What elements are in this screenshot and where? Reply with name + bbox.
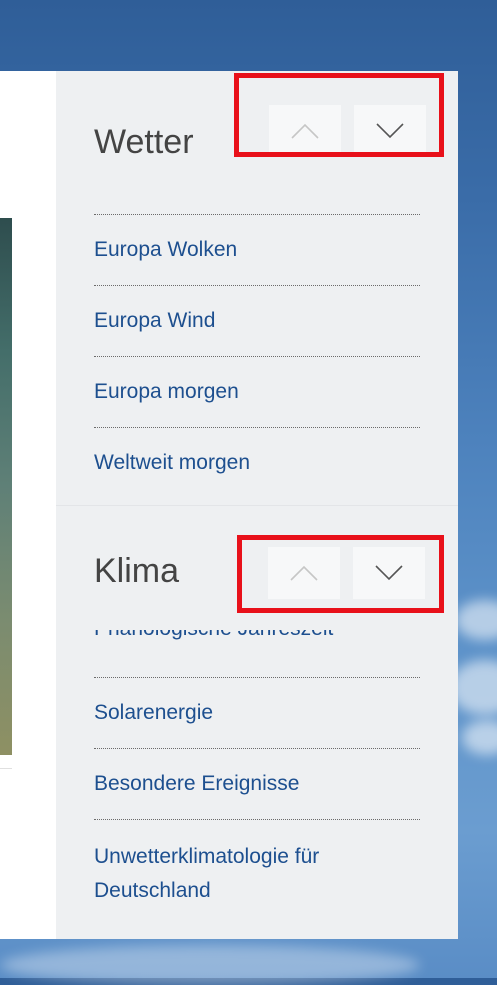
klima-link-solarenergie[interactable]: Solarenergie [94, 677, 420, 748]
klima-link-list: Solarenergie Besondere Ereignisse Unwett… [94, 677, 420, 927]
wetter-section-title: Wetter [94, 123, 194, 161]
sky-cloud [455, 600, 497, 640]
klima-link-partial[interactable]: Phänologische Jahreszeit [94, 630, 434, 652]
sky-cloud [462, 720, 497, 755]
klima-section-title: Klima [94, 552, 180, 590]
wetter-link-europa-morgen[interactable]: Europa morgen [94, 356, 420, 427]
wetter-link-europa-wind[interactable]: Europa Wind [94, 285, 420, 356]
klima-link-besondere-ereignisse[interactable]: Besondere Ereignisse [94, 748, 420, 819]
klima-section: Klima Phänologische Jahreszeit Solarener… [56, 505, 458, 902]
content-image [0, 218, 12, 755]
klima-nav-highlight [237, 535, 444, 613]
sky-cloud [0, 945, 420, 985]
sidebar-teaser-panel: Wetter Europa Wolken Europa Wind Europa … [56, 71, 458, 939]
wetter-link-europa-wolken[interactable]: Europa Wolken [94, 214, 420, 285]
wetter-link-list: Europa Wolken Europa Wind Europa morgen … [94, 214, 420, 498]
content-divider [0, 768, 12, 769]
klima-link-unwetterklimatologie[interactable]: Unwetterklimatologie für Deutschland [94, 819, 420, 927]
klima-link-partial-text: Phänologische Jahreszeit [94, 630, 333, 640]
wetter-link-weltweit-morgen[interactable]: Weltweit morgen [94, 427, 420, 498]
wetter-nav-highlight [234, 73, 444, 157]
